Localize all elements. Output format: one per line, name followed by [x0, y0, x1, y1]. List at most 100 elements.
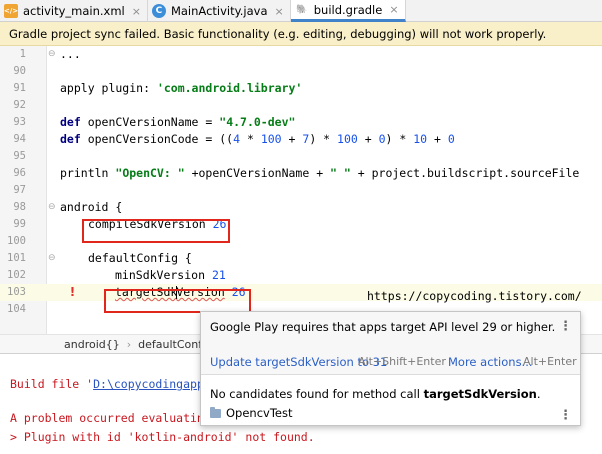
number-literal: 0 [378, 132, 386, 146]
line-number: 90 [13, 65, 26, 77]
code-text: openCVersionName = [87, 115, 220, 129]
gradle-file-icon: 🐘 [296, 4, 308, 15]
xml-file-icon: </> [4, 4, 18, 18]
keyword: def [60, 115, 88, 129]
line-number: 103 [7, 286, 26, 298]
code-line: 97 [0, 182, 602, 199]
module-name: OpencvTest [226, 406, 293, 420]
editor-tab-bar: </> activity_main.xml × C MainActivity.j… [0, 0, 602, 22]
code-line: 95 [0, 148, 602, 165]
number-literal: 0 [447, 132, 455, 146]
popup-error-text: . [536, 387, 541, 401]
tab-label: build.gradle [313, 2, 383, 17]
fold-icon[interactable]: ⊖ [48, 46, 56, 63]
fold-icon[interactable]: ⊖ [48, 199, 56, 216]
banner-text: Gradle project sync failed. Basic functi… [9, 26, 547, 41]
string-literal: " " [330, 166, 351, 180]
code-text: openCVersionCode = (( [87, 132, 234, 146]
more-actions-link[interactable]: More actions... [448, 355, 533, 369]
code-line: 102 minSdkVersion 21 [0, 267, 602, 284]
code-text: minSdkVersion [115, 268, 212, 282]
code-text: apply plugin: [60, 81, 157, 95]
code-text: defaultConfig { [88, 251, 192, 265]
line-number: 1 [19, 48, 26, 60]
popup-warning-message: Google Play requires that apps target AP… [210, 320, 556, 334]
code-line: 91 apply plugin: 'com.android.library' [0, 80, 602, 97]
line-number: 92 [13, 99, 26, 111]
number-literal: 10 [413, 132, 428, 146]
code-text: + [357, 132, 379, 146]
build-output-line: Build file 'D:\copycodingapp [10, 376, 204, 392]
fold-icon[interactable]: ⊖ [48, 250, 56, 267]
line-number: 93 [13, 116, 26, 128]
sync-failed-banner: Gradle project sync failed. Basic functi… [0, 22, 602, 46]
highlight-box-target-sdk [104, 289, 251, 313]
build-output-line: A problem occurred evaluatin [10, 411, 204, 425]
keyword: def [60, 132, 88, 146]
tab-activity-main-xml[interactable]: </> activity_main.xml × [0, 0, 148, 22]
code-text: println "OpenCV: " +openCVersionName + "… [60, 165, 579, 182]
close-icon[interactable]: × [275, 5, 284, 18]
more-actions-shortcut: Alt+Enter [523, 355, 577, 368]
line-number: 96 [13, 167, 26, 179]
line-number: 100 [7, 235, 26, 247]
code-text: minSdkVersion 21 [115, 267, 226, 284]
build-output-line: > Plugin with id 'kotlin-android' not fo… [10, 430, 315, 444]
popup-error-message: No candidates found for method call targ… [210, 387, 541, 401]
line-number: 99 [13, 218, 26, 230]
line-number: 102 [7, 269, 26, 281]
code-line: 90 [0, 63, 602, 80]
code-text: println [60, 166, 116, 180]
code-text: def openCVersionCode = ((4 * 100 + 7) * … [60, 131, 455, 148]
code-text: ... [60, 47, 81, 61]
intention-popup: Google Play requires that apps target AP… [200, 311, 581, 426]
module-folder-icon [210, 406, 221, 418]
string-literal: "OpenCV: " [115, 166, 185, 180]
fix-shortcut: Alt+Shift+Enter [358, 355, 446, 368]
code-line: 92 [0, 97, 602, 114]
line-number: 97 [13, 184, 26, 196]
string-literal: 'com.android.library' [156, 81, 303, 95]
line-number: 95 [13, 150, 26, 162]
code-text: ) * [309, 132, 338, 146]
breadcrumb-item[interactable]: android{} [64, 338, 120, 351]
code-text: android { [60, 200, 123, 214]
code-text: + [427, 132, 448, 146]
close-icon[interactable]: × [132, 5, 141, 18]
tab-build-gradle[interactable]: 🐘 build.gradle × [290, 0, 406, 22]
popup-module: OpencvTest [210, 406, 293, 420]
line-number: 104 [7, 303, 26, 315]
close-icon[interactable]: × [389, 3, 398, 16]
code-line: 96 println "OpenCV: " +openCVersionName … [0, 165, 602, 182]
code-line: 93 def openCVersionName = "4.7.0-dev" [0, 114, 602, 131]
number-literal: 100 [337, 132, 358, 146]
string-literal: "4.7.0-dev" [219, 115, 296, 129]
code-line: 1 ⊖ ... [0, 46, 602, 63]
code-text: apply plugin: 'com.android.library' [60, 80, 302, 97]
number-literal: 100 [260, 132, 282, 146]
code-text: def openCVersionName = "4.7.0-dev" [60, 114, 295, 131]
code-text: + project.buildscript.sourceFile [350, 166, 580, 180]
java-class-icon: C [151, 4, 166, 18]
popup-error-method: targetSdkVersion [423, 387, 537, 401]
number-literal: 4 [233, 132, 241, 146]
line-number: 98 [13, 201, 26, 213]
error-bulb-icon[interactable]: ! [67, 285, 78, 299]
code-line: 98 ⊖ android { [0, 199, 602, 216]
code-text: +openCVersionName + [184, 166, 331, 180]
build-file-link[interactable]: D:\copycodingapp [93, 377, 204, 391]
code-line: 101 ⊖ defaultConfig { [0, 250, 602, 267]
popup-error-text: No candidates found for method call [210, 387, 424, 401]
more-options-icon[interactable]: ⋮ [559, 320, 572, 333]
more-options-icon[interactable]: ⋮ [559, 409, 572, 422]
blog-url-watermark: https://copycoding.tistory.com/ [367, 289, 582, 303]
code-text: + [281, 132, 303, 146]
line-number: 101 [7, 252, 26, 264]
number-literal: 21 [211, 268, 226, 282]
code-line: 94 def openCVersionCode = ((4 * 100 + 7)… [0, 131, 602, 148]
tab-main-activity-java[interactable]: C MainActivity.java × [148, 0, 291, 22]
code-text: ) * [385, 132, 414, 146]
highlight-box-compile-sdk [82, 219, 230, 243]
popup-divider [201, 374, 580, 375]
build-output-text: Build file ' [10, 377, 94, 391]
